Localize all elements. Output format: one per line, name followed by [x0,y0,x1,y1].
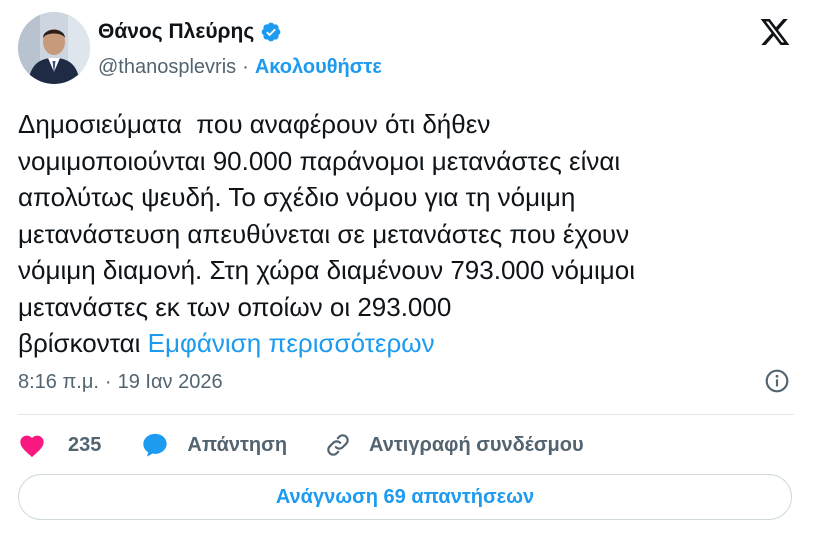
avatar[interactable] [18,12,90,84]
tweet-date: 19 Ιαν 2026 [117,371,223,393]
reply-bubble-icon [143,433,168,457]
tweet-line: μετανάστες εκ των οποίων οι 293.000 [18,291,452,322]
tweet-line: νόμιμη διαμονή. Στη χώρα διαμένουν 793.0… [18,255,635,285]
link-icon [327,434,349,456]
divider [18,414,794,415]
tweet-line: Δημοσιεύματα που αναφέρουν ότι δήθεν [18,109,491,139]
like-count: 235 [68,433,102,456]
copy-link-button[interactable]: Αντιγραφή συνδέσμου [325,432,584,458]
reply-button[interactable]: Απάντηση [141,431,287,459]
x-logo-icon[interactable] [758,16,792,48]
timestamp-separator: · [104,371,112,393]
tweet-timestamp[interactable]: 8:16 π.μ. · 19 Ιαν 2026 [18,371,223,394]
info-icon[interactable] [764,368,790,394]
read-replies-button[interactable]: Ανάγνωση 69 απαντήσεων [18,474,792,520]
tweet-line: απολύτως ψευδή. Το σχέδιο νόμου για τη ν… [18,182,576,212]
verified-badge-icon [261,22,281,42]
tweet-line: νομιμοποιούνται 90.000 παράνομοι μετανάσ… [18,145,621,176]
tweet-card: Θάνος Πλεύρης @thanosplevris · Ακολουθήσ… [0,0,814,534]
tweet-last-line: βρίσκονται Εμφάνιση περισσότερων [18,325,798,362]
handle-separator: · [242,56,249,78]
action-bar: 235 Απάντηση Αντιγραφή συνδέσμου [18,428,584,462]
copy-link-label: Αντιγραφή συνδέσμου [369,433,584,456]
tweet-line: μετανάστευση απευθύνεται σε μετανάστες π… [18,218,630,249]
author-handle-row: @thanosplevris · Ακολουθήστε [98,56,382,79]
author-display-name[interactable]: Θάνος Πλεύρης [98,20,254,44]
tweet-time: 8:16 π.μ. [18,371,99,393]
reply-label: Απάντηση [187,433,288,456]
tweet-text: Δημοσιεύματα που αναφέρουν ότι δήθεν νομ… [18,106,798,362]
author-name-row: Θάνος Πλεύρης [98,20,282,44]
read-replies-label: Ανάγνωση 69 απαντήσεων [275,485,535,508]
heart-icon [20,435,44,458]
author-handle[interactable]: @thanosplevris [98,56,236,79]
like-button[interactable]: 235 [18,432,101,458]
show-more-link[interactable]: Εμφάνιση περισσότερων [148,328,435,358]
tweet-line-text: βρίσκονται [18,328,148,358]
follow-link[interactable]: Ακολουθήστε [255,56,382,79]
